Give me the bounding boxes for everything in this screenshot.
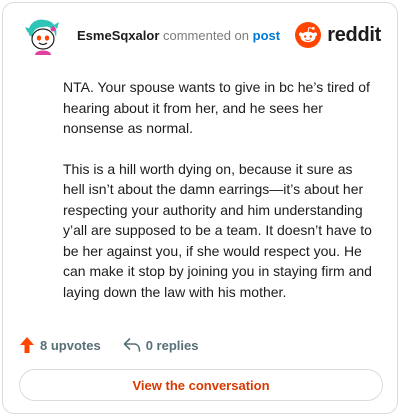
reply-arrow-icon [123, 338, 140, 352]
reply-count: 0 replies [145, 337, 199, 353]
brand-name: reddit [327, 23, 381, 46]
comment-embed-card: EsmeSqxalor commented on post reddit NTA… [2, 2, 398, 414]
comment-paragraph: This is a hill worth dying on, because i… [63, 160, 372, 300]
user-avatar[interactable] [23, 17, 61, 55]
reply-button[interactable]: 0 replies [123, 337, 199, 353]
comment-actions: 8 upvotes 0 replies [19, 335, 220, 355]
view-conversation-button[interactable]: View the conversation [19, 369, 383, 401]
post-link[interactable]: post [253, 28, 280, 43]
action-text: commented on [163, 28, 249, 43]
upvote-count: 8 upvotes [40, 337, 101, 353]
comment-paragraph: NTA. Your spouse wants to give in bc he’… [63, 79, 370, 136]
upvote-button[interactable]: 8 upvotes [19, 336, 101, 354]
avatar-icon [25, 19, 59, 55]
arrow-up-icon [20, 337, 34, 353]
reddit-logo-icon [295, 22, 322, 48]
username[interactable]: EsmeSqxalor [77, 28, 159, 43]
comment-meta: EsmeSqxalor commented on post [77, 28, 280, 44]
reddit-brand[interactable]: reddit [295, 21, 381, 49]
comment-header: EsmeSqxalor commented on post reddit [17, 15, 383, 55]
comment-body: NTA. Your spouse wants to give in bc he’… [63, 77, 375, 322]
